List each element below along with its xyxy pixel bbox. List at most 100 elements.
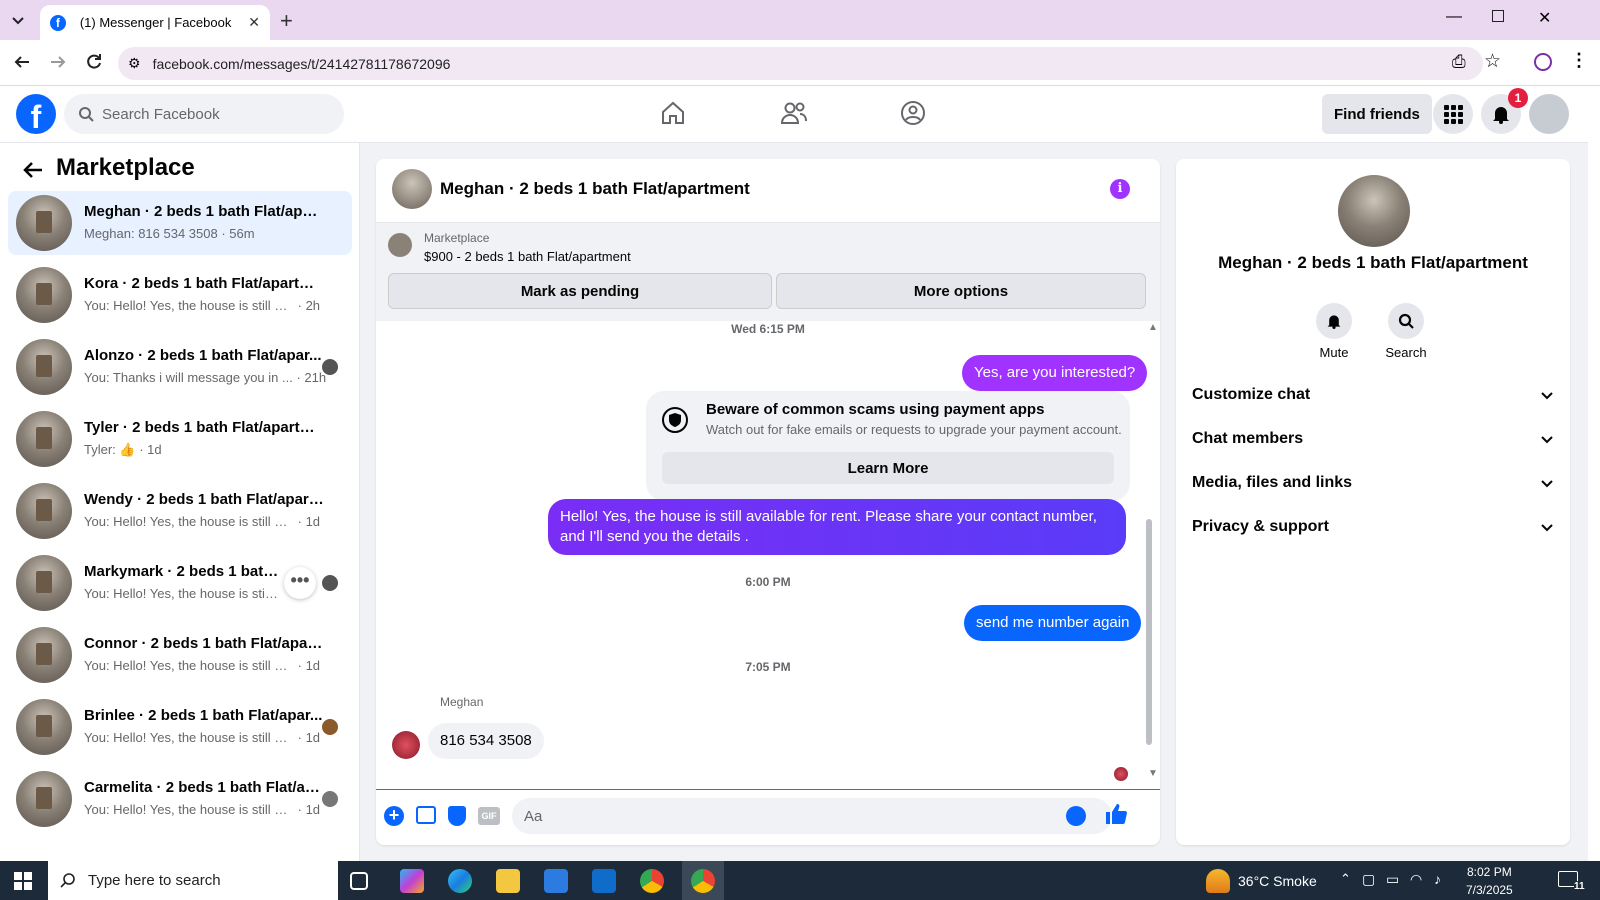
received-message[interactable]: 816 534 3508 bbox=[428, 723, 544, 759]
notification-badge: 1 bbox=[1508, 88, 1528, 108]
message-input[interactable]: Aa bbox=[512, 798, 1112, 834]
file-explorer-icon[interactable] bbox=[496, 869, 520, 893]
conversation-title: Alonzo · 2 beds 1 bath Flat/apar... bbox=[84, 347, 322, 364]
conversation-item[interactable]: Brinlee · 2 beds 1 bath Flat/apar... You… bbox=[8, 695, 352, 759]
new-tab-icon[interactable]: + bbox=[280, 8, 293, 34]
site-info-icon[interactable]: ⚙ bbox=[128, 55, 141, 72]
wifi-icon[interactable]: ◠ bbox=[1410, 871, 1422, 888]
tab-title: (1) Messenger | Facebook bbox=[79, 15, 232, 30]
conversation-item[interactable]: Connor · 2 beds 1 bath Flat/apart... You… bbox=[8, 623, 352, 687]
section-label: Privacy & support bbox=[1192, 518, 1329, 535]
menu-grid-icon[interactable] bbox=[1433, 94, 1473, 134]
conversation-info-icon[interactable]: i bbox=[1110, 179, 1130, 199]
chat-members-row[interactable]: Chat members bbox=[1192, 417, 1554, 461]
listing-avatar bbox=[16, 195, 72, 251]
forward-icon[interactable] bbox=[48, 52, 68, 72]
customize-chat-row[interactable]: Customize chat bbox=[1192, 373, 1554, 417]
thumbs-up-icon[interactable] bbox=[1104, 802, 1128, 826]
groups-icon[interactable] bbox=[900, 100, 926, 126]
mute-label[interactable]: Mute bbox=[1300, 345, 1368, 360]
gif-icon[interactable]: GIF bbox=[478, 807, 500, 825]
facebook-logo-icon[interactable]: f bbox=[16, 94, 56, 135]
page-scrollbar[interactable] bbox=[1588, 86, 1600, 861]
friends-icon[interactable] bbox=[780, 100, 808, 126]
tray-chevron-up-icon[interactable]: ⌃ bbox=[1340, 871, 1351, 887]
tab-list-chevron-icon[interactable] bbox=[8, 10, 28, 30]
sticker-icon[interactable] bbox=[448, 806, 466, 826]
home-icon[interactable] bbox=[660, 100, 686, 126]
outlook-icon[interactable] bbox=[592, 869, 616, 893]
more-options-icon[interactable]: ••• bbox=[284, 567, 316, 599]
tray-device-icon[interactable]: ▢ bbox=[1362, 871, 1375, 888]
bookmark-star-icon[interactable]: ☆ bbox=[1484, 50, 1501, 73]
sender-avatar[interactable] bbox=[392, 731, 420, 759]
browser-menu-icon[interactable]: ⋮ bbox=[1570, 50, 1588, 71]
conversation-item[interactable]: Carmelita · 2 beds 1 bath Flat/ap... You… bbox=[8, 767, 352, 831]
conversation-time: 21h bbox=[304, 370, 327, 385]
store-icon[interactable] bbox=[544, 869, 568, 893]
more-options-button[interactable]: More options bbox=[776, 273, 1146, 309]
media-files-links-row[interactable]: Media, files and links bbox=[1192, 461, 1554, 505]
add-plus-icon[interactable]: + bbox=[384, 806, 404, 826]
conversation-snippet: You: Hello! Yes, the house is still av..… bbox=[84, 586, 279, 601]
privacy-support-row[interactable]: Privacy & support bbox=[1192, 505, 1554, 549]
copilot-icon[interactable] bbox=[400, 869, 424, 893]
seen-avatar bbox=[322, 719, 338, 735]
restore-icon[interactable] bbox=[1492, 10, 1504, 22]
profile-avatar[interactable] bbox=[1338, 175, 1410, 247]
listing-thumbnail[interactable] bbox=[388, 233, 412, 257]
weather-icon[interactable] bbox=[1206, 869, 1230, 893]
marketplace-banner: Marketplace $900 - 2 beds 1 bath Flat/ap… bbox=[376, 223, 1160, 321]
conversation-item[interactable]: Markymark · 2 beds 1 bath Flat/... You: … bbox=[8, 551, 352, 615]
minimize-icon[interactable]: — bbox=[1446, 8, 1462, 26]
chat-avatar[interactable] bbox=[392, 169, 432, 209]
emoji-icon[interactable] bbox=[1066, 806, 1086, 826]
search-label[interactable]: Search bbox=[1372, 345, 1440, 360]
clock[interactable]: 8:02 PM 7/3/2025 bbox=[1466, 865, 1513, 897]
window-close-icon[interactable]: ✕ bbox=[1538, 8, 1551, 28]
conversation-item[interactable]: Tyler · 2 beds 1 bath Flat/apartment Tyl… bbox=[8, 407, 352, 471]
tab-close-icon[interactable]: ✕ bbox=[248, 14, 260, 31]
find-friends-button[interactable]: Find friends bbox=[1322, 94, 1432, 134]
windows-start-icon[interactable] bbox=[14, 872, 32, 890]
battery-icon[interactable]: ▭ bbox=[1386, 871, 1399, 888]
chat-panel: Meghan · 2 beds 1 bath Flat/apartment i … bbox=[376, 159, 1160, 845]
facebook-header: f Search Facebook Find friends 1 bbox=[0, 86, 1588, 143]
conversation-item[interactable]: Meghan · 2 beds 1 bath Flat/apart... Meg… bbox=[8, 191, 352, 255]
task-view-icon[interactable] bbox=[350, 872, 368, 890]
search-in-chat-icon[interactable] bbox=[1388, 303, 1424, 339]
back-icon[interactable] bbox=[12, 52, 32, 72]
taskbar-search-input[interactable]: Type here to search bbox=[48, 861, 338, 900]
profile-icon[interactable] bbox=[1534, 53, 1552, 71]
chat-scrollbar[interactable] bbox=[1146, 519, 1152, 745]
photo-icon[interactable] bbox=[416, 806, 436, 824]
volume-icon[interactable]: ♪ bbox=[1434, 871, 1441, 887]
chat-title[interactable]: Meghan · 2 beds 1 bath Flat/apartment bbox=[440, 179, 750, 199]
section-label: Customize chat bbox=[1192, 386, 1311, 403]
facebook-search-input[interactable]: Search Facebook bbox=[64, 94, 344, 134]
conversation-item[interactable]: Wendy · 2 beds 1 bath Flat/apartm... You… bbox=[8, 479, 352, 543]
conversation-item[interactable]: Kora · 2 beds 1 bath Flat/apartment You:… bbox=[8, 263, 352, 327]
active-app-highlight[interactable] bbox=[682, 861, 724, 900]
browser-tab[interactable]: f (1) Messenger | Facebook ✕ bbox=[40, 5, 270, 40]
scroll-up-icon[interactable]: ▲ bbox=[1148, 322, 1160, 334]
mute-bell-icon[interactable] bbox=[1316, 303, 1352, 339]
conversation-item[interactable]: Alonzo · 2 beds 1 bath Flat/apar... You:… bbox=[8, 335, 352, 399]
learn-more-button[interactable]: Learn More bbox=[662, 452, 1114, 484]
back-arrow-icon[interactable] bbox=[22, 159, 44, 181]
sent-message[interactable]: send me number again bbox=[964, 605, 1142, 641]
mark-as-pending-button[interactable]: Mark as pending bbox=[388, 273, 772, 309]
reload-icon[interactable] bbox=[84, 52, 104, 72]
scroll-down-icon[interactable]: ▼ bbox=[1148, 768, 1160, 780]
message-composer: + GIF Aa bbox=[376, 789, 1160, 845]
message-input-placeholder: Aa bbox=[524, 807, 543, 825]
listing-title[interactable]: $900 - 2 beds 1 bath Flat/apartment bbox=[424, 249, 631, 264]
weather-text[interactable]: 36°C Smoke bbox=[1238, 873, 1317, 889]
account-avatar[interactable] bbox=[1529, 94, 1569, 134]
chrome-icon[interactable] bbox=[640, 869, 664, 893]
install-app-icon[interactable]: ⎙ bbox=[1452, 52, 1466, 72]
edge-icon[interactable] bbox=[448, 869, 472, 893]
address-bar[interactable]: ⚙ facebook.com/messages/t/24142781178672… bbox=[118, 47, 1483, 80]
sent-message[interactable]: Hello! Yes, the house is still available… bbox=[548, 499, 1126, 555]
sent-message[interactable]: Yes, are you interested? bbox=[962, 355, 1148, 391]
